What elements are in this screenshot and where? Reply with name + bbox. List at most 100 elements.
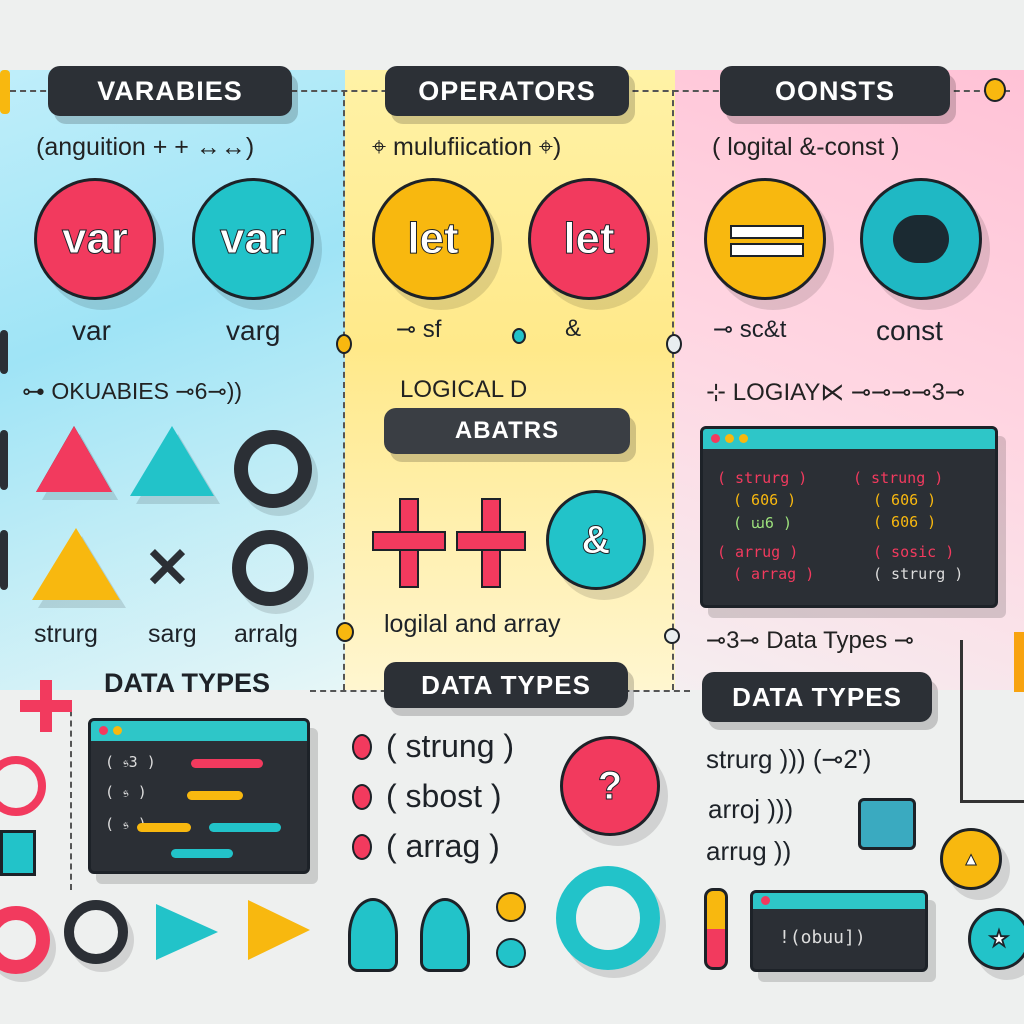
plus-icon — [20, 680, 72, 732]
code-window-bottom: !(obuu]) — [750, 890, 928, 972]
window-dot — [99, 726, 108, 735]
code-line: ( arrug ) — [717, 543, 799, 561]
code-bar — [137, 823, 191, 832]
edge-bracket-icon — [0, 70, 10, 114]
triangle-yellow-icon — [32, 528, 120, 600]
data-types-center-label: DATA TYPES — [421, 669, 591, 700]
constants-subtitle: ( logital &-const ) — [712, 133, 900, 161]
code-line: ( strurg ) — [717, 469, 808, 487]
list-bullet — [352, 834, 372, 860]
shape-caption-strurg: strurg — [34, 620, 98, 648]
code-line: ( strurg ) — [873, 565, 964, 583]
code-window-titlebar — [703, 429, 995, 449]
connector-dot — [984, 78, 1006, 102]
ring-dark-icon — [234, 430, 312, 508]
var-circle-red: var — [34, 178, 156, 300]
edge-bracket-icon — [0, 430, 8, 490]
folder-icon — [858, 798, 916, 850]
caption-const: const — [876, 315, 943, 346]
connector-dot — [496, 938, 526, 968]
right-type-1: strurg ))) (⊸2') — [706, 744, 872, 774]
variables-subtitle: (anguition + + ↔↔) — [36, 133, 255, 161]
star-circle: ★ — [968, 908, 1024, 970]
list-bullet — [352, 784, 372, 810]
type-sbost: ( sbost ) — [386, 778, 502, 814]
ring-dark-icon — [232, 530, 308, 606]
window-dot — [113, 726, 122, 735]
let-circle-yellow: let — [372, 178, 494, 300]
let-circle-red: let — [528, 178, 650, 300]
arrow-right-icon — [248, 900, 310, 960]
caption-sf: ⊸ sf — [396, 316, 442, 343]
shape-caption-arralg: arralg — [234, 620, 298, 648]
constants-header: OONSTS — [720, 66, 950, 116]
const-icon — [893, 215, 949, 263]
data-types-right-label: DATA TYPES — [732, 681, 902, 712]
connector-dot — [336, 622, 354, 642]
ring-dark-icon — [64, 900, 128, 964]
code-window-left: ( 𝔰3 ) ( 𝔰 ) ( 𝔰 ) — [88, 718, 310, 874]
code-bar — [171, 849, 233, 858]
operators-subheader: ABATRS — [384, 408, 630, 454]
bottom-terminal-text: !(obuu]) — [779, 927, 866, 948]
constants-header-label: OONSTS — [774, 75, 895, 106]
operators-subheader-label: ABATRS — [454, 417, 560, 444]
close-x-icon: ✕ — [144, 536, 191, 599]
code-window-titlebar — [753, 893, 925, 909]
warning-circle: ▲ — [940, 828, 1002, 890]
variables-header: VARABIES — [48, 66, 292, 116]
var-circle-teal: var — [192, 178, 314, 300]
code-window-titlebar — [91, 721, 307, 741]
code-line: ( sosic ) — [873, 543, 955, 561]
drop-icon — [348, 898, 398, 972]
operators-header: OPERATORS — [385, 66, 629, 116]
arrow-right-icon — [156, 904, 218, 960]
logical-caption: logilal and array — [384, 610, 561, 638]
code-window-right: ( strurg ) ( strung ) ( 606 ) ( 606 ) ( … — [700, 426, 998, 608]
drop-icon — [420, 898, 470, 972]
connector-dot — [336, 334, 352, 354]
divider-right — [672, 90, 674, 690]
variables-header-label: VARABIES — [97, 75, 243, 106]
type-arrag: ( arrag ) — [386, 828, 500, 864]
ampersand-circle: & — [546, 490, 646, 590]
bar-chart-bar — [1014, 632, 1024, 692]
edge-box-icon — [0, 830, 36, 876]
edge-bracket-icon — [0, 530, 8, 590]
code-line: ( strung ) — [853, 469, 944, 487]
divider-left — [343, 90, 345, 690]
left-section-label: ⊶ OKUABIES ⊸6⊸)) — [22, 378, 243, 404]
const-circle-teal — [860, 178, 982, 300]
plus-icon — [372, 498, 446, 588]
connector-dot — [666, 334, 682, 354]
equals-icon — [730, 221, 804, 257]
edge-bracket-icon — [0, 330, 8, 374]
window-dot — [725, 434, 734, 443]
caption-var: var — [72, 315, 111, 346]
code-line: ( 𝔰3 ) — [105, 753, 156, 771]
edge-ring-icon — [0, 756, 46, 816]
type-strung: ( strung ) — [386, 728, 515, 764]
right-type-3: arrug )) — [706, 836, 792, 866]
ring-teal-icon — [556, 866, 660, 970]
window-dot — [761, 896, 770, 905]
code-bar — [191, 759, 263, 768]
connector-dot — [512, 328, 526, 344]
window-dot — [739, 434, 748, 443]
code-line: ( arrag ) — [733, 565, 815, 583]
right-section-label: ⊹ LOGIAY⋉ ⊸⊸⊸⊸3⊸ — [706, 379, 965, 406]
connector-dot — [496, 892, 526, 922]
caption-varg: varg — [226, 315, 281, 346]
code-line: ( 𝔰 ) — [105, 783, 147, 801]
connector-dot — [664, 628, 680, 644]
code-line: ( 606 ) — [873, 491, 937, 509]
caption-sct: ⊸ sc&t — [713, 316, 787, 343]
window-dot — [711, 434, 720, 443]
data-types-center-pill: DATA TYPES — [384, 662, 628, 708]
triangle-teal-icon — [130, 426, 214, 496]
data-types-left-label: DATA TYPES — [104, 668, 271, 698]
code-line: ( ꭐ6 ) — [733, 514, 792, 532]
code-line: ( 606 ) — [873, 513, 937, 531]
pill-capsule-icon — [704, 888, 728, 970]
code-line: ( 606 ) — [733, 491, 797, 509]
